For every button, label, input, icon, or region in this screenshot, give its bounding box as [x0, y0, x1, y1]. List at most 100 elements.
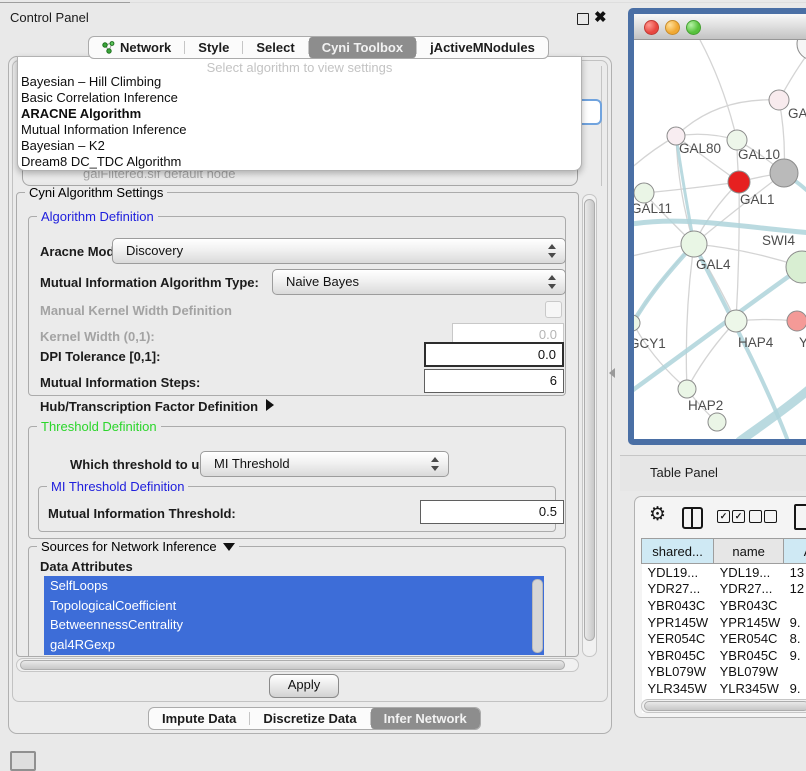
kernel-width-label: Kernel Width (0,1):	[40, 329, 155, 344]
deselect-column-icon[interactable]	[764, 510, 777, 523]
attribute-item-topologicalcoefficient[interactable]: TopologicalCoefficient	[44, 596, 544, 616]
algorithm-option-bayesian-k2[interactable]: Bayesian – K2	[18, 138, 581, 154]
select-column-icon[interactable]: ✓	[717, 510, 730, 523]
table-cell: 13	[784, 564, 806, 581]
gear-icon[interactable]: ⚙	[649, 505, 666, 524]
table-row[interactable]: YDL19...YDL19...13	[642, 564, 806, 581]
network-edge-highlighted[interactable]	[634, 244, 694, 335]
table-row[interactable]: YBR045CYBR045C9.	[642, 647, 806, 664]
which-threshold-combo[interactable]: MI Threshold	[200, 451, 449, 477]
attribute-item-betweennesscentrality[interactable]: BetweennessCentrality	[44, 615, 544, 635]
table-cell: YLR345W	[714, 680, 784, 697]
column-header-shared[interactable]: shared...	[642, 539, 714, 564]
network-edge-highlighted[interactable]	[634, 221, 806, 233]
tab-jactivemnodules[interactable]: jActiveMNodules	[417, 37, 548, 58]
table-cell	[784, 597, 806, 614]
dpi-tolerance-field[interactable]: 0.0	[424, 342, 564, 367]
zoom-traffic-light-icon[interactable]	[686, 20, 701, 35]
manual-kernel-checkbox[interactable]	[545, 301, 562, 318]
mi-type-value: Naive Bayes	[286, 270, 359, 294]
select-column-icon[interactable]: ✓	[732, 510, 745, 523]
deselect-column-icon[interactable]	[749, 510, 762, 523]
close-icon[interactable]: ✖	[594, 8, 607, 26]
table-cell: 9.	[784, 614, 806, 631]
network-edge-highlighted[interactable]	[740, 387, 806, 439]
minimized-panel-icon[interactable]	[10, 751, 36, 771]
network-window-titlebar[interactable]	[634, 14, 806, 40]
table-row[interactable]: YER054CYER054C8.	[642, 630, 806, 647]
network-node-gal4[interactable]	[681, 231, 707, 257]
hub-definition-toggle[interactable]: Hub/Transcription Factor Definition	[40, 399, 274, 414]
table-cell: YPR145W	[714, 614, 784, 631]
horizontal-scrollbar[interactable]	[16, 658, 579, 672]
table-cell: YPR145W	[642, 614, 714, 631]
mi-threshold-group-title: MI Threshold Definition	[47, 479, 188, 494]
table-row[interactable]: YBL079WYBL079W	[642, 664, 806, 681]
tab-style[interactable]: Style	[185, 37, 242, 58]
aracne-mode-combo[interactable]: Discovery	[112, 238, 566, 264]
bottom-tab-infer-network[interactable]: Infer Network	[371, 708, 480, 729]
network-view-window[interactable]: GALGAL80GAL10GAL1GAL11GAL4SWI4GCY1HAP4YH…	[628, 8, 806, 445]
tab-select[interactable]: Select	[243, 37, 307, 58]
expand-right-icon	[266, 399, 274, 411]
table-row[interactable]: YPR145WYPR145W9.	[642, 614, 806, 631]
algorithm-option-bayesian-hill-climbing[interactable]: Bayesian – Hill Climbing	[18, 74, 581, 90]
data-attributes-list[interactable]: SelfLoopsTopologicalCoefficientBetweenne…	[44, 576, 544, 655]
bottom-tab-discretize-data[interactable]: Discretize Data	[250, 708, 369, 729]
table-row[interactable]: YLR345WYLR345W9.	[642, 680, 806, 697]
network-node-gal[interactable]	[769, 90, 789, 110]
splitter-collapse-icon[interactable]	[609, 368, 615, 378]
sources-group-title[interactable]: Sources for Network Inference	[37, 539, 239, 554]
network-edge[interactable]	[736, 182, 739, 321]
network-canvas[interactable]: GALGAL80GAL10GAL1GAL11GAL4SWI4GCY1HAP4YH…	[634, 40, 806, 439]
attribute-item-selfloops[interactable]: SelfLoops	[44, 576, 544, 596]
column-header-name[interactable]: name	[714, 539, 784, 564]
sources-title-text: Sources for Network Inference	[41, 539, 217, 554]
apply-button[interactable]: Apply	[269, 674, 339, 698]
new-table-icon[interactable]	[794, 504, 806, 530]
tab-cyni-toolbox[interactable]: Cyni Toolbox	[309, 37, 416, 58]
close-traffic-light-icon[interactable]	[644, 20, 659, 35]
list-scrollbar-thumb[interactable]	[532, 579, 543, 653]
float-window-icon[interactable]	[577, 13, 589, 25]
algorithm-option-aracne-algorithm[interactable]: ARACNE Algorithm	[18, 106, 581, 122]
table-cell: YBR043C	[714, 597, 784, 614]
network-node-hap2[interactable]	[678, 380, 696, 398]
network-edge[interactable]	[644, 182, 739, 193]
network-node[interactable]	[797, 40, 806, 60]
table-horizontal-scrollbar[interactable]	[641, 699, 806, 713]
bottom-tab-impute-data[interactable]: Impute Data	[149, 708, 249, 729]
split-columns-icon[interactable]	[682, 507, 703, 529]
minimize-traffic-light-icon[interactable]	[665, 20, 680, 35]
network-edge[interactable]	[700, 40, 737, 140]
control-panel-title: Control Panel	[10, 10, 89, 25]
mi-steps-label: Mutual Information Steps:	[40, 375, 200, 390]
stepper-icon	[548, 275, 556, 289]
network-node-hap4[interactable]	[725, 310, 747, 332]
table-row[interactable]: YDR27...YDR27...12	[642, 581, 806, 598]
node-table[interactable]: shared...nameA YDL19...YDL19...13YDR27..…	[641, 538, 806, 713]
network-node[interactable]	[708, 413, 726, 431]
mi-steps-field[interactable]: 6	[424, 369, 564, 393]
table-cell: YBR045C	[714, 647, 784, 664]
network-node-y[interactable]	[787, 311, 806, 331]
algorithm-option-basic-correlation-inference[interactable]: Basic Correlation Inference	[18, 90, 581, 106]
attribute-item-gal4rgexp[interactable]: gal4RGexp	[44, 635, 544, 655]
network-edge[interactable]	[686, 244, 694, 389]
node-label: HAP4	[738, 335, 774, 350]
hub-definition-label: Hub/Transcription Factor Definition	[40, 399, 258, 414]
toolbar-edge-line	[0, 2, 130, 3]
mi-type-combo[interactable]: Naive Bayes	[272, 269, 566, 295]
network-node-gcy1[interactable]	[634, 315, 640, 331]
column-header-a[interactable]: A	[784, 539, 806, 564]
algorithm-option-dream8-dc-tdc-algorithm[interactable]: Dream8 DC_TDC Algorithm	[18, 154, 581, 170]
node-label: GAL11	[634, 201, 672, 216]
table-row[interactable]: YBR043CYBR043C	[642, 597, 806, 614]
network-node-gal1[interactable]	[728, 171, 750, 193]
vertical-scrollbar[interactable]	[582, 194, 597, 657]
algorithm-option-mutual-information-inference[interactable]: Mutual Information Inference	[18, 122, 581, 138]
network-node-gal11[interactable]	[634, 183, 654, 203]
tab-network[interactable]: Network	[89, 37, 184, 58]
mi-threshold-field[interactable]: 0.5	[420, 500, 564, 524]
network-node[interactable]	[770, 159, 798, 187]
